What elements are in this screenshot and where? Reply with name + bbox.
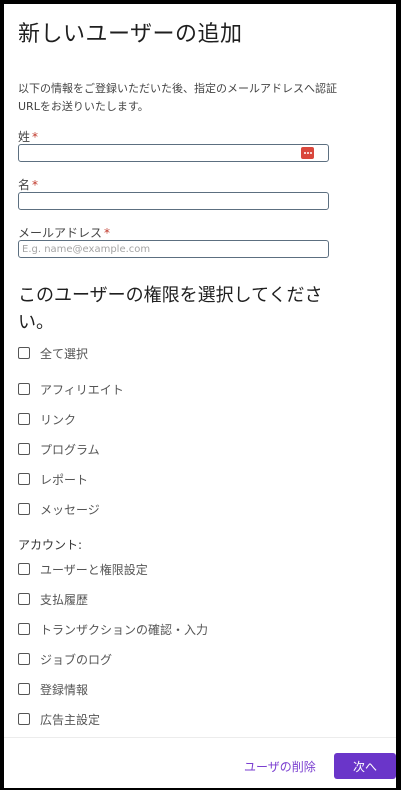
last-name-input[interactable] (18, 144, 329, 162)
checkbox-box[interactable] (18, 413, 30, 425)
dialog-footer: ユーザの削除 次へ (4, 737, 396, 788)
checkbox-label: アフィリエイト (40, 382, 124, 397)
next-button[interactable]: 次へ (334, 753, 396, 779)
checkbox-box[interactable] (18, 473, 30, 485)
permission-checkbox-job-log[interactable]: ジョブのログ (18, 650, 112, 668)
checkbox-box[interactable] (18, 683, 30, 695)
checkbox-label: ジョブのログ (40, 652, 113, 667)
checkbox-label: 登録情報 (40, 682, 89, 697)
required-mark: * (32, 130, 39, 144)
required-mark: * (32, 178, 39, 192)
checkbox-box[interactable] (18, 563, 30, 575)
permission-checkbox-links[interactable]: リンク (18, 410, 76, 428)
checkbox-box[interactable] (18, 593, 30, 605)
checkbox-label: プログラム (40, 442, 100, 457)
checkbox-label: 広告主設定 (40, 712, 101, 727)
checkbox-label: リンク (40, 412, 77, 427)
permission-checkbox-users-permissions[interactable]: ユーザーと権限設定 (18, 560, 148, 578)
permission-checkbox-registration-info[interactable]: 登録情報 (18, 680, 88, 698)
checkbox-label: 全て選択 (40, 346, 89, 361)
last-name-label: 姓 * (18, 128, 38, 145)
checkbox-label: ユーザーと権限設定 (40, 562, 148, 577)
checkbox-box[interactable] (18, 347, 30, 359)
checkbox-label: メッセージ (40, 502, 100, 517)
page-title: 新しいユーザーの追加 (18, 22, 243, 47)
checkbox-box[interactable] (18, 713, 30, 725)
checkbox-box[interactable] (18, 443, 30, 455)
checkbox-box[interactable] (18, 623, 30, 635)
permission-checkbox-messages[interactable]: メッセージ (18, 500, 100, 518)
email-label-text: メールアドレス (18, 226, 103, 240)
delete-user-button[interactable]: ユーザの削除 (244, 758, 316, 775)
permission-checkbox-payment-history[interactable]: 支払履歴 (18, 590, 88, 608)
permission-checkbox-transactions[interactable]: トランザクションの確認・入力 (18, 620, 208, 638)
permissions-heading: このユーザーの権限を選択してください。 (18, 285, 323, 333)
select-all-checkbox[interactable]: 全て選択 (18, 344, 88, 362)
first-name-label: 名 * (18, 176, 38, 193)
email-label: メールアドレス * (18, 224, 110, 241)
checkbox-box[interactable] (18, 653, 30, 665)
add-user-dialog: 新しいユーザーの追加 以下の情報をご登録いただいた後、指定のメールアドレスへ認証… (4, 4, 396, 788)
checkbox-box[interactable] (18, 503, 30, 515)
permission-checkbox-advertiser-settings[interactable]: 広告主設定 (18, 710, 100, 728)
dialog-scroll-area[interactable]: 新しいユーザーの追加 以下の情報をご登録いただいた後、指定のメールアドレスへ認証… (4, 4, 396, 737)
permission-checkbox-programs[interactable]: プログラム (18, 440, 100, 458)
checkbox-label: 支払履歴 (40, 592, 89, 607)
permission-checkbox-affiliate[interactable]: アフィリエイト (18, 380, 124, 398)
intro-text: 以下の情報をご登録いただいた後、指定のメールアドレスへ認証URLをお送りいたしま… (18, 82, 337, 113)
checkbox-label: レポート (40, 472, 89, 487)
first-name-input[interactable] (18, 192, 329, 210)
first-name-label-text: 名 (18, 178, 31, 192)
required-mark: * (104, 226, 111, 240)
permission-checkbox-reports[interactable]: レポート (18, 470, 88, 488)
account-group-label: アカウント: (18, 538, 83, 552)
last-name-label-text: 姓 (18, 130, 31, 144)
checkbox-label: トランザクションの確認・入力 (40, 622, 209, 637)
checkbox-box[interactable] (18, 383, 30, 395)
email-input[interactable] (18, 240, 329, 258)
password-manager-icon[interactable] (301, 147, 314, 159)
